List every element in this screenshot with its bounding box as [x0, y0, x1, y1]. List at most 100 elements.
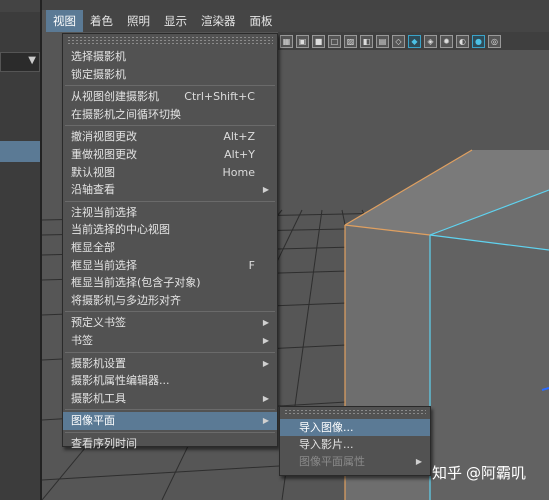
menu-item-label: 导入影片... [299, 438, 354, 451]
motion-blur-icon[interactable]: ◎ [488, 34, 501, 48]
menu-item-label: 默认视图 [71, 165, 115, 179]
xray-icon[interactable]: ▨ [344, 34, 357, 48]
submenu-arrow-icon: ▶ [262, 318, 269, 328]
submenu-arrow-icon: ▶ [415, 457, 422, 466]
menu-item-label: 摄影机属性编辑器... [71, 374, 170, 388]
isolate-select-icon[interactable]: ◧ [360, 34, 373, 48]
menu-item-label: 预定义书签 [71, 316, 126, 330]
view-menu-item[interactable]: 图像平面 ▶ [63, 412, 277, 430]
submenu-arrow-icon: ▶ [262, 358, 269, 368]
view-menu-item[interactable]: 选择摄影机 [63, 48, 277, 66]
view-menu-item[interactable]: 沿轴查看 ▶ [63, 181, 277, 199]
menu-item-shortcut: Home [222, 165, 255, 179]
menu-show[interactable]: 显示 [157, 10, 194, 32]
view-menu-item[interactable]: 撤消视图更改 Alt+Z [63, 128, 277, 146]
view-menu-item[interactable]: 注视当前选择 [63, 204, 277, 222]
bounding-box-icon[interactable]: □ [328, 34, 341, 48]
panel-menubar: 视图 着色 照明 显示 渲染器 面板 [46, 10, 549, 32]
menu-item-label: 框显全部 [71, 240, 115, 254]
menu-item-label: 查看序列时间 [71, 436, 137, 450]
ambient-occlusion-icon[interactable]: ● [472, 34, 485, 48]
menu-item-label: 导入图像... [299, 421, 354, 434]
menu-shading[interactable]: 着色 [83, 10, 120, 32]
panel-toolbar: ▦ ▣ ■ □ ▨ ◧ ▤ ◇ ◆ ◈ ✹ ◐ ● ◎ [278, 32, 549, 50]
wireframe-cube-icon[interactable]: ◇ [392, 34, 405, 48]
menu-item-label: 选择摄影机 [71, 50, 126, 63]
view-menu-item[interactable]: 从视图创建摄影机 Ctrl+Shift+C [63, 88, 277, 106]
menu-separator [65, 125, 275, 127]
menu-separator [65, 409, 275, 411]
menu-item-shortcut: F [248, 258, 255, 272]
image-plane-menu-item: 图像平面属性 ▶ [280, 453, 430, 470]
menu-item-label: 重做视图更改 [71, 147, 137, 161]
image-plane-menu-item[interactable]: 导入图像... [280, 419, 430, 436]
lighting-icon[interactable]: ✹ [440, 34, 453, 48]
view-menu-item[interactable]: 默认视图 Home [63, 164, 277, 182]
menu-item-label: 图像平面 [71, 414, 115, 428]
menu-item-label: 当前选择的中心视图 [71, 223, 170, 237]
menu-panels[interactable]: 面板 [243, 10, 280, 32]
image-plane-items: 导入图像... 导入影片... 图像平面属性 ▶ [280, 419, 430, 470]
default-material-icon[interactable]: ■ [312, 34, 325, 48]
menu-item-shortcut: Alt+Z [223, 130, 255, 144]
submenu-arrow-icon: ▶ [262, 416, 269, 426]
image-plane-submenu: 导入图像... 导入影片... 图像平面属性 ▶ [279, 406, 431, 476]
menu-item-label: 注视当前选择 [71, 205, 137, 219]
menu-item-shortcut: Ctrl+Shift+C [184, 90, 255, 104]
menu-item-shortcut: Alt+Y [224, 147, 255, 161]
menu-item-label: 在摄影机之间循环切换 [71, 107, 181, 121]
view-menu-item[interactable]: 框显当前选择(包含子对象) [63, 274, 277, 292]
menu-lighting[interactable]: 照明 [120, 10, 157, 32]
watermark: 知乎 @阿霸叽 [432, 462, 526, 483]
view-menu-item[interactable]: 锁定摄影机 [63, 66, 277, 84]
view-menu-item[interactable]: 将摄影机与多边形对齐 [63, 292, 277, 310]
menu-item-label: 将摄影机与多边形对齐 [71, 293, 181, 307]
image-plane-menu-item[interactable]: 导入影片... [280, 436, 430, 453]
menu-item-label: 书签 [71, 333, 93, 347]
view-menu-item[interactable]: 重做视图更改 Alt+Y [63, 146, 277, 164]
menu-item-label: 摄影机设置 [71, 356, 126, 370]
menu-separator [65, 351, 275, 353]
textured-icon[interactable]: ◈ [424, 34, 437, 48]
menu-tearoff[interactable] [67, 36, 273, 45]
submenu-arrow-icon: ▶ [262, 335, 269, 345]
view-menu-item[interactable]: 框显当前选择 F [63, 257, 277, 275]
view-menu-item[interactable]: 预定义书签 ▶ [63, 314, 277, 332]
view-menu-item[interactable]: 查看序列时间 [63, 435, 277, 453]
view-menu-item[interactable]: 框显全部 [63, 239, 277, 257]
view-menu-item[interactable]: 摄影机工具 ▶ [63, 390, 277, 408]
view-menu-item[interactable]: 当前选择的中心视图 [63, 221, 277, 239]
view-menu-item[interactable]: 摄影机属性编辑器... [63, 372, 277, 390]
view-menu-item[interactable]: 摄影机设置 ▶ [63, 355, 277, 373]
chevron-down-icon: ▼ [28, 55, 36, 66]
outliner-panel: ▼ [0, 0, 47, 500]
wireframe-toggle-icon[interactable]: ▦ [280, 34, 293, 48]
view-menu-item[interactable]: 书签 ▶ [63, 332, 277, 350]
shaded-cube-icon[interactable]: ◆ [408, 34, 421, 48]
submenu-arrow-icon: ▶ [262, 393, 269, 403]
menu-view[interactable]: 视图 [46, 10, 83, 32]
menu-item-label: 框显当前选择(包含子对象) [71, 276, 201, 290]
view-menu-item[interactable]: 在摄影机之间循环切换 [63, 106, 277, 124]
menu-item-label: 摄影机工具 [71, 391, 126, 405]
menu-item-label: 从视图创建摄影机 [71, 90, 159, 104]
shadow-icon[interactable]: ◐ [456, 34, 469, 48]
outliner-selected-row[interactable] [0, 141, 40, 162]
menu-separator [65, 431, 275, 433]
menu-item-label: 图像平面属性 [299, 455, 365, 468]
watermark-site: 知乎 [432, 464, 463, 482]
menu-item-label: 沿轴查看 [71, 183, 115, 197]
menu-renderer[interactable]: 渲染器 [194, 10, 243, 32]
menu-separator [65, 85, 275, 87]
outliner-dropdown[interactable]: ▼ [0, 52, 40, 72]
watermark-author: @阿霸叽 [466, 464, 527, 482]
resolution-gate-icon[interactable]: ▤ [376, 34, 389, 48]
menu-item-label: 撤消视图更改 [71, 130, 137, 144]
menu-separator [65, 200, 275, 202]
menu-item-label: 锁定摄影机 [71, 67, 126, 81]
submenu-tearoff[interactable] [284, 409, 426, 416]
view-menu-items: 选择摄影机锁定摄影机从视图创建摄影机 Ctrl+Shift+C 在摄影机之间循环切换… [63, 48, 277, 452]
smooth-shade-icon[interactable]: ▣ [296, 34, 309, 48]
menu-item-label: 框显当前选择 [71, 258, 137, 272]
view-dropdown-menu: 选择摄影机锁定摄影机从视图创建摄影机 Ctrl+Shift+C 在摄影机之间循环切换… [62, 33, 278, 450]
